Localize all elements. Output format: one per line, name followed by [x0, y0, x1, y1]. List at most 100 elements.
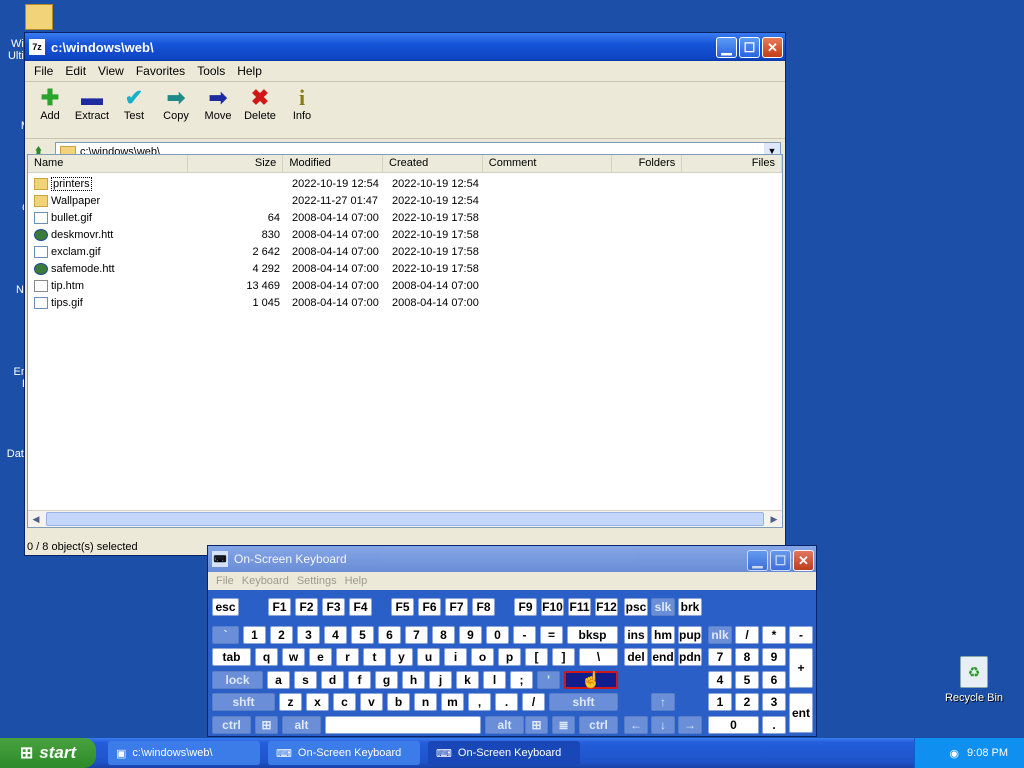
key-3[interactable]: 3: [762, 693, 786, 711]
key-ins[interactable]: ins: [624, 626, 648, 644]
close-button[interactable]: ✕: [762, 37, 783, 58]
osk-maximize-button[interactable]: ☐: [770, 550, 791, 571]
key-del[interactable]: del: [624, 648, 648, 666]
key-F6[interactable]: F6: [418, 598, 441, 616]
taskbar-button[interactable]: ⌨ On-Screen Keyboard: [268, 741, 420, 765]
key-brk[interactable]: brk: [678, 598, 702, 616]
key-F8[interactable]: F8: [472, 598, 495, 616]
key-7[interactable]: 7: [405, 626, 428, 644]
key-h[interactable]: h: [402, 671, 425, 689]
osk-menu-keyboard[interactable]: Keyboard: [238, 575, 293, 587]
table-row[interactable]: printers 2022-10-19 12:54 2022-10-19 12:54: [28, 175, 782, 192]
key-⊞[interactable]: ⊞: [255, 716, 278, 734]
menu-item-help[interactable]: Help: [232, 64, 267, 78]
key-r[interactable]: r: [336, 648, 359, 666]
key-space[interactable]: [325, 716, 481, 734]
osk-minimize-button[interactable]: ▁: [747, 550, 768, 571]
key-5[interactable]: 5: [351, 626, 374, 644]
extract-button[interactable]: ▬ Extract: [73, 85, 111, 122]
key-t[interactable]: t: [363, 648, 386, 666]
key-↑[interactable]: ↑: [651, 693, 675, 711]
key-g[interactable]: g: [375, 671, 398, 689]
key-.[interactable]: .: [495, 693, 518, 711]
key-ctrl[interactable]: ctrl: [579, 716, 618, 734]
add-button[interactable]: ✚ Add: [31, 85, 69, 122]
key-F7[interactable]: F7: [445, 598, 468, 616]
key-c[interactable]: c: [333, 693, 356, 711]
column-header-comment[interactable]: Comment: [483, 155, 613, 172]
key-7[interactable]: 7: [708, 648, 732, 666]
key-F4[interactable]: F4: [349, 598, 372, 616]
key-x[interactable]: x: [306, 693, 329, 711]
osk-close-button[interactable]: ✕: [793, 550, 814, 571]
key-o[interactable]: o: [471, 648, 494, 666]
key-hm[interactable]: hm: [651, 626, 675, 644]
key--[interactable]: -: [789, 626, 813, 644]
key-a[interactable]: a: [267, 671, 290, 689]
key-/[interactable]: /: [522, 693, 545, 711]
table-row[interactable]: Wallpaper 2022-11-27 01:47 2022-10-19 12:5…: [28, 192, 782, 209]
scroll-left-icon[interactable]: ◀: [28, 512, 44, 526]
key-;[interactable]: ;: [510, 671, 533, 689]
key-2[interactable]: 2: [270, 626, 293, 644]
key-ent[interactable]: ent: [789, 693, 813, 733]
key-,[interactable]: ,: [468, 693, 491, 711]
osk-menu-help[interactable]: Help: [341, 575, 372, 587]
key-+[interactable]: +: [789, 648, 813, 688]
key-⊞[interactable]: ⊞: [525, 716, 548, 734]
key-z[interactable]: z: [279, 693, 302, 711]
key-→[interactable]: →: [678, 716, 702, 734]
key-e[interactable]: e: [309, 648, 332, 666]
key-0[interactable]: 0: [708, 716, 759, 734]
info-button[interactable]: i Info: [283, 85, 321, 122]
key-ctrl[interactable]: ctrl: [212, 716, 251, 734]
table-row[interactable]: tips.gif 1 045 2008-04-14 07:00 2008-04-14 …: [28, 294, 782, 311]
recycle-bin-desktop-icon[interactable]: ♻ Recycle Bin: [938, 656, 1010, 704]
key-F9[interactable]: F9: [514, 598, 537, 616]
menu-item-file[interactable]: File: [29, 64, 58, 78]
copy-button[interactable]: ➡ Copy: [157, 85, 195, 122]
key-psc[interactable]: psc: [624, 598, 648, 616]
key-][interactable]: ]: [552, 648, 575, 666]
column-header-files[interactable]: Files: [682, 155, 782, 172]
key-slk[interactable]: slk: [651, 598, 675, 616]
key-'[interactable]: ': [537, 671, 560, 689]
key-shft[interactable]: shft: [549, 693, 618, 711]
key-4[interactable]: 4: [324, 626, 347, 644]
key-=[interactable]: =: [540, 626, 563, 644]
key-i[interactable]: i: [444, 648, 467, 666]
key-s[interactable]: s: [294, 671, 317, 689]
key-lock[interactable]: lock: [212, 671, 263, 689]
minimize-button[interactable]: ▁: [716, 37, 737, 58]
key-shft[interactable]: shft: [212, 693, 275, 711]
key-8[interactable]: 8: [735, 648, 759, 666]
key-9[interactable]: 9: [459, 626, 482, 644]
key-esc[interactable]: esc: [212, 598, 239, 616]
key-m[interactable]: m: [441, 693, 464, 711]
key-l[interactable]: l: [483, 671, 506, 689]
key-9[interactable]: 9: [762, 648, 786, 666]
key-5[interactable]: 5: [735, 671, 759, 689]
table-row[interactable]: tip.htm 13 469 2008-04-14 07:00 2008-04-14 …: [28, 277, 782, 294]
key-w[interactable]: w: [282, 648, 305, 666]
key-3[interactable]: 3: [297, 626, 320, 644]
key-0[interactable]: 0: [486, 626, 509, 644]
key-v[interactable]: v: [360, 693, 383, 711]
scroll-right-icon[interactable]: ▶: [766, 512, 782, 526]
menu-item-view[interactable]: View: [93, 64, 129, 78]
horizontal-scrollbar[interactable]: ◀ ▶: [28, 510, 782, 527]
key-alt[interactable]: alt: [282, 716, 321, 734]
key-F12[interactable]: F12: [595, 598, 618, 616]
key-6[interactable]: 6: [762, 671, 786, 689]
key-F1[interactable]: F1: [268, 598, 291, 616]
file-list[interactable]: Name Size Modified Created Comment Folders Fil…: [27, 154, 783, 528]
key-↓[interactable]: ↓: [651, 716, 675, 734]
table-row[interactable]: exclam.gif 2 642 2008-04-14 07:00 2022-10-1…: [28, 243, 782, 260]
window-titlebar[interactable]: 7z c:\windows\web\ ▁ ☐ ✕: [25, 33, 785, 61]
osk-titlebar[interactable]: ⌨ On-Screen Keyboard ▁ ☐ ✕: [208, 546, 816, 572]
key-y[interactable]: y: [390, 648, 413, 666]
key-/[interactable]: /: [735, 626, 759, 644]
key-f[interactable]: f: [348, 671, 371, 689]
key-≣[interactable]: ≣: [552, 716, 575, 734]
key-q[interactable]: q: [255, 648, 278, 666]
